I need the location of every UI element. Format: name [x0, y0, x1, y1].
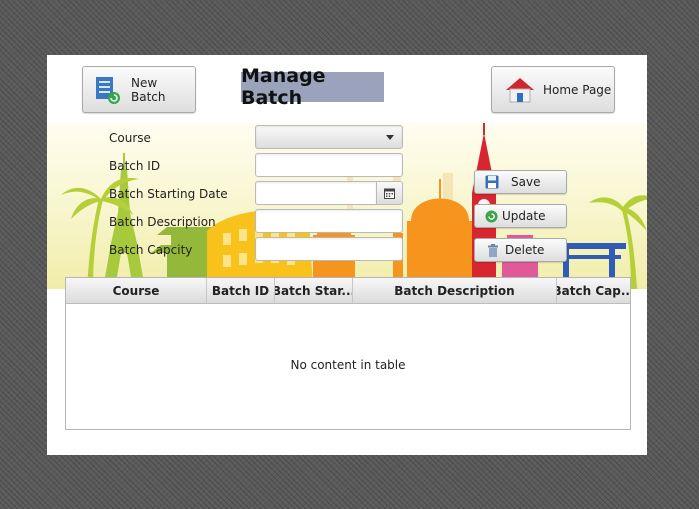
- save-label: Save: [511, 175, 541, 189]
- batch-description-field[interactable]: [255, 209, 403, 233]
- new-batch-label: New Batch: [131, 75, 166, 104]
- batch-capacity-field[interactable]: [255, 237, 403, 261]
- batch-capacity-label: Batch Capcity: [109, 243, 193, 257]
- update-button[interactable]: Update: [474, 204, 567, 228]
- page-title: Manage Batch: [241, 65, 384, 109]
- batch-id-field[interactable]: [255, 153, 403, 177]
- column-header-batch-id[interactable]: Batch ID: [207, 278, 275, 303]
- batch-start-date-label: Batch Starting Date: [109, 187, 228, 201]
- update-label: Update: [502, 209, 546, 223]
- save-button[interactable]: Save: [474, 170, 567, 194]
- batch-id-label: Batch ID: [109, 159, 161, 173]
- home-page-label: Home Page: [543, 82, 612, 97]
- home-page-button[interactable]: Home Page: [491, 66, 615, 113]
- house-icon: [505, 76, 535, 104]
- empty-table-message: No content in table: [290, 358, 406, 372]
- delete-label: Delete: [505, 243, 545, 257]
- new-batch-button[interactable]: New Batch: [82, 66, 196, 113]
- column-header-batch-description[interactable]: Batch Description: [353, 278, 557, 303]
- column-header-batch-start[interactable]: Batch Star...: [275, 278, 353, 303]
- document-refresh-icon: [93, 75, 121, 105]
- chevron-down-icon: [386, 134, 394, 140]
- batch-description-label: Batch Description: [109, 215, 216, 229]
- batch-table[interactable]: Course Batch ID Batch Star... Batch Desc…: [65, 277, 631, 430]
- delete-button[interactable]: Delete: [474, 238, 567, 262]
- trash-icon: [487, 243, 499, 257]
- floppy-disk-icon: [485, 175, 499, 189]
- refresh-icon: [485, 210, 498, 223]
- column-header-batch-capacity[interactable]: Batch Cap...: [557, 278, 630, 303]
- batch-start-date-field[interactable]: [255, 181, 377, 205]
- column-header-course[interactable]: Course: [66, 278, 207, 303]
- course-label: Course: [109, 131, 151, 145]
- calendar-icon: [384, 188, 395, 199]
- table-header: Course Batch ID Batch Star... Batch Desc…: [66, 278, 630, 304]
- course-dropdown[interactable]: [255, 125, 403, 149]
- date-picker-button[interactable]: [376, 181, 403, 205]
- app-window: New Batch Manage Batch Home Page Course …: [47, 55, 647, 455]
